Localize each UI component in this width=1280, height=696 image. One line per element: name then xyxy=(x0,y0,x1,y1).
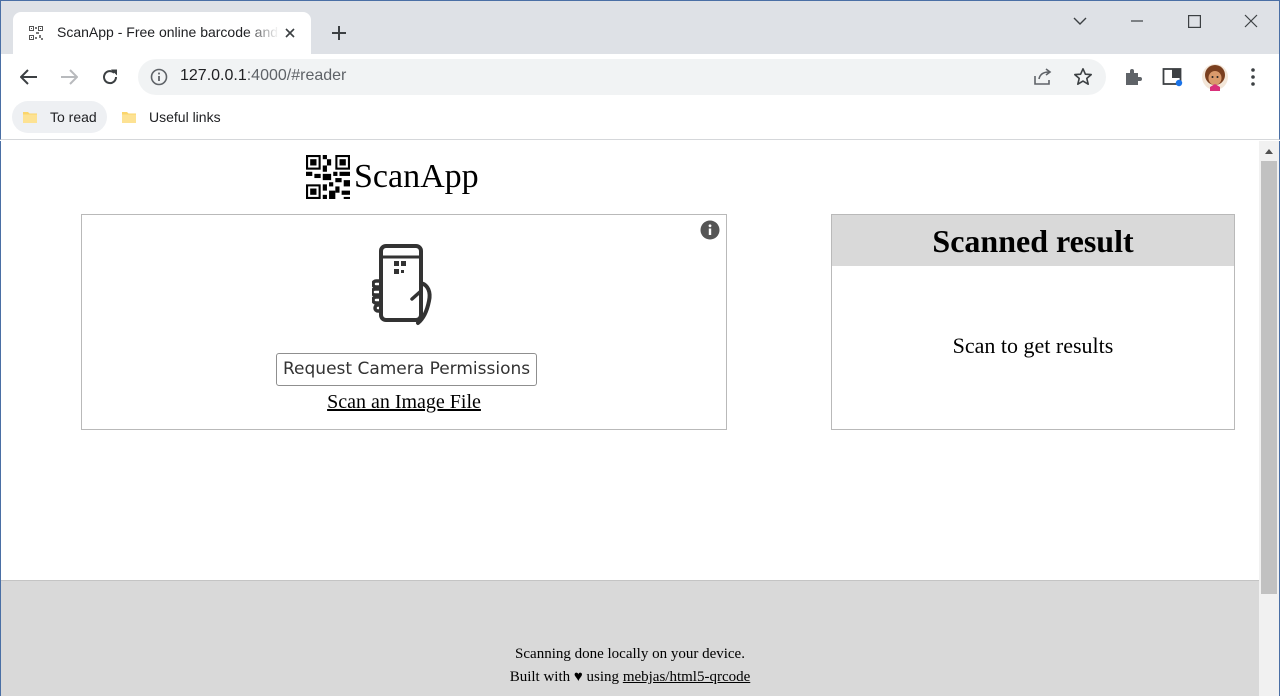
browser-toolbar: 127.0.0.1:4000/#reader xyxy=(0,54,1280,100)
back-icon[interactable] xyxy=(14,62,44,92)
close-window-icon[interactable] xyxy=(1231,7,1271,35)
profile-avatar[interactable] xyxy=(1201,63,1229,91)
minimize-icon[interactable] xyxy=(1117,7,1157,35)
scanner-panel: Request Camera Permissions Scan an Image… xyxy=(81,214,727,430)
url-path: :4000/#reader xyxy=(246,67,347,84)
url-host: 127.0.0.1 xyxy=(180,67,247,84)
share-icon[interactable] xyxy=(1033,67,1053,87)
browser-menu-icon[interactable] xyxy=(1241,65,1265,89)
new-tab-icon[interactable] xyxy=(327,21,351,45)
url-text: 127.0.0.1:4000/#reader xyxy=(180,67,346,85)
page-scrollbar[interactable] xyxy=(1259,141,1279,696)
folder-icon xyxy=(23,112,37,123)
request-camera-permissions-button[interactable]: Request Camera Permissions xyxy=(276,353,538,386)
browser-tabstrip: ScanApp - Free online barcode and QR cod… xyxy=(0,0,1280,55)
site-info-icon[interactable] xyxy=(150,68,168,86)
bookmark-folder-useful-links[interactable]: Useful links xyxy=(111,101,231,133)
forward-icon[interactable] xyxy=(54,62,84,92)
phone-scan-icon xyxy=(372,244,432,325)
browser-tab[interactable]: ScanApp - Free online barcode and QR cod… xyxy=(13,12,311,55)
tab-close-icon[interactable] xyxy=(281,24,299,42)
app-name: ScanApp xyxy=(354,158,479,195)
bookmark-label: To read xyxy=(50,109,97,125)
scrollbar-thumb[interactable] xyxy=(1261,161,1277,594)
info-icon[interactable] xyxy=(700,220,720,240)
address-bar[interactable]: 127.0.0.1:4000/#reader xyxy=(138,59,1106,95)
maximize-icon[interactable] xyxy=(1174,7,1214,35)
qr-favicon-icon xyxy=(28,25,44,41)
reading-mode-icon[interactable] xyxy=(1161,65,1185,89)
page-viewport: ScanApp Request Camera Permissions Scan … xyxy=(0,141,1280,696)
tab-search-chevron-icon[interactable] xyxy=(1060,7,1100,35)
scroll-up-arrow-icon[interactable] xyxy=(1259,141,1279,161)
folder-icon xyxy=(122,112,136,123)
app-logo: ScanApp xyxy=(306,155,479,199)
bookmark-label: Useful links xyxy=(149,109,221,125)
footer-local-note: Scanning done locally on your device. xyxy=(515,646,745,662)
bookmark-folder-to-read[interactable]: To read xyxy=(12,101,107,133)
scanned-result-heading: Scanned result xyxy=(832,215,1234,266)
page-footer: Scanning done locally on your device. Bu… xyxy=(1,580,1259,696)
qr-code-icon xyxy=(306,155,350,199)
footer-credits: Built with ♥ using mebjas/html5-qrcode xyxy=(1,669,1259,686)
bookmarks-bar: To read Useful links xyxy=(0,100,1280,140)
scan-image-file-link[interactable]: Scan an Image File xyxy=(82,391,726,414)
extensions-puzzle-icon[interactable] xyxy=(1121,65,1145,89)
scanned-result-panel: Scanned result Scan to get results xyxy=(831,214,1235,430)
tab-title: ScanApp - Free online barcode and QR cod… xyxy=(57,24,279,40)
bookmark-star-icon[interactable] xyxy=(1073,67,1093,87)
reload-icon[interactable] xyxy=(95,62,125,92)
html5-qrcode-link[interactable]: mebjas/html5-qrcode xyxy=(623,669,750,685)
scan-result-placeholder: Scan to get results xyxy=(952,333,1114,358)
footer-credits-text: Built with ♥ using xyxy=(509,669,620,685)
